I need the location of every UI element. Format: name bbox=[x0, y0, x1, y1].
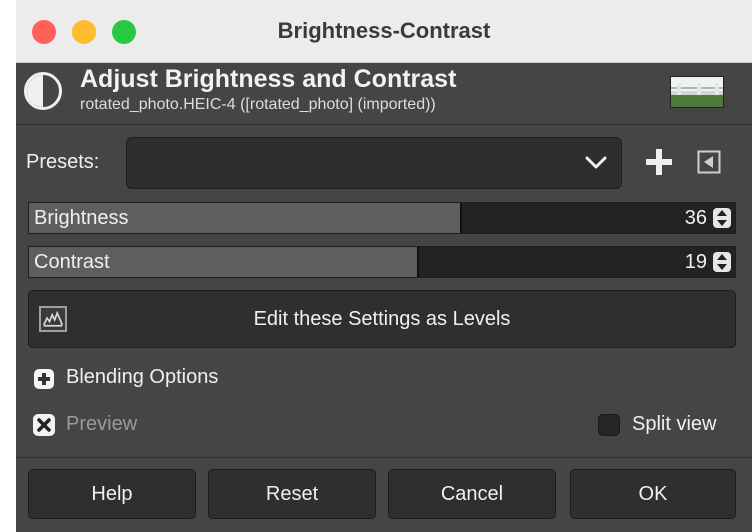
chevron-down-icon bbox=[585, 156, 607, 169]
edit-as-levels-label: Edit these Settings as Levels bbox=[253, 308, 511, 330]
dialog-title: Adjust Brightness and Contrast bbox=[80, 65, 457, 93]
preview-checkbox[interactable] bbox=[33, 414, 55, 436]
window-title: Brightness-Contrast bbox=[277, 18, 491, 43]
image-subtitle: rotated_photo.HEIC-4 ([rotated_photo] (i… bbox=[80, 96, 436, 113]
add-preset-button[interactable] bbox=[646, 149, 672, 175]
title-bar[interactable]: Brightness-Contrast bbox=[16, 0, 752, 63]
triangle-left-icon bbox=[697, 150, 721, 174]
brightness-contrast-dialog: Brightness-Contrast Adjust Brightness an… bbox=[16, 0, 752, 532]
expand-plus-icon[interactable] bbox=[34, 369, 54, 389]
brightness-contrast-icon bbox=[24, 72, 62, 110]
split-view-checkbox[interactable] bbox=[598, 414, 620, 436]
help-button[interactable]: Help bbox=[28, 469, 196, 519]
brightness-value[interactable]: 36 bbox=[685, 207, 707, 230]
image-thumbnail bbox=[670, 76, 724, 108]
presets-label: Presets: bbox=[26, 151, 100, 173]
presets-menu-button[interactable] bbox=[697, 150, 721, 174]
spin-arrows-icon[interactable] bbox=[713, 208, 731, 228]
cancel-button[interactable]: Cancel bbox=[388, 469, 556, 519]
ok-button[interactable]: OK bbox=[570, 469, 736, 519]
presets-combo[interactable] bbox=[126, 137, 622, 189]
brightness-label: Brightness bbox=[34, 207, 129, 229]
buttons-divider bbox=[16, 457, 752, 458]
checkmark-x-icon bbox=[37, 418, 51, 432]
preview-label[interactable]: Preview bbox=[66, 413, 137, 436]
blending-options-expander[interactable]: Blending Options bbox=[66, 366, 218, 389]
spin-arrows-icon[interactable] bbox=[713, 252, 731, 272]
contrast-label: Contrast bbox=[34, 251, 110, 273]
brightness-spinscale[interactable]: Brightness 36 bbox=[28, 202, 736, 234]
contrast-spinscale[interactable]: Contrast 19 bbox=[28, 246, 736, 278]
reset-button[interactable]: Reset bbox=[208, 469, 376, 519]
contrast-value[interactable]: 19 bbox=[685, 251, 707, 274]
edit-as-levels-button[interactable]: Edit these Settings as Levels bbox=[28, 290, 736, 348]
header-divider bbox=[16, 124, 752, 125]
split-view-label[interactable]: Split view bbox=[632, 413, 716, 436]
